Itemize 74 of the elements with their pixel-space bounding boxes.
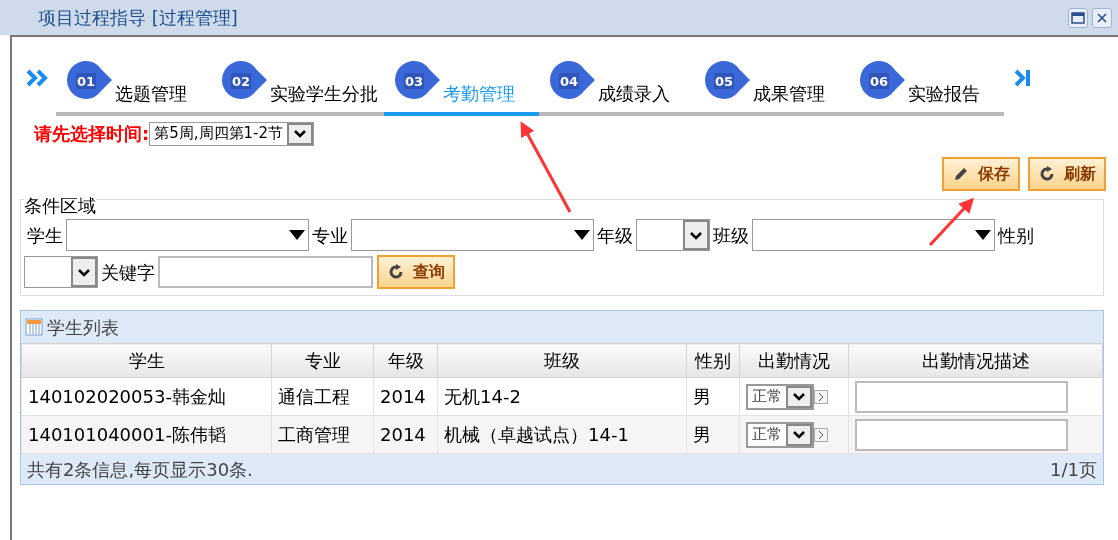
record-summary: 共有2条信息,每页显示30条.: [27, 457, 253, 482]
step-badge: 02: [222, 61, 268, 99]
step-tab[interactable]: 02 实验学生分批: [211, 61, 384, 116]
maximize-button[interactable]: [1068, 7, 1088, 28]
close-button[interactable]: [1092, 7, 1112, 28]
dropdown-triangle-icon: [289, 230, 305, 240]
step-tab[interactable]: 05 成果管理: [694, 61, 849, 116]
field-label: 关键字: [100, 260, 156, 285]
table-cell: 140101040001-陈伟韬: [21, 415, 272, 454]
column-header: 专业: [271, 343, 374, 378]
step-tab[interactable]: 06 实验报告: [849, 61, 1004, 116]
attendance-select[interactable]: 正常: [746, 421, 814, 448]
field-label: 专业: [311, 223, 349, 248]
column-header: 班级: [437, 343, 687, 378]
field-label: 年级: [596, 223, 634, 248]
table-cell: 男: [686, 377, 740, 416]
time-select[interactable]: 第5周,周四第1-2节: [149, 121, 314, 146]
table-cell: 机械（卓越试点）14-1: [437, 415, 687, 454]
table-cell: 通信工程: [271, 377, 374, 416]
step-badge: 06: [860, 61, 906, 99]
caret-icon: [792, 430, 806, 439]
column-header: 出勤情况描述: [848, 343, 1103, 378]
column-header: 性别: [686, 343, 740, 378]
step-tab[interactable]: 01 选题管理: [56, 61, 211, 116]
table-cell: 140102020053-韩金灿: [21, 377, 272, 416]
close-icon: [1097, 12, 1107, 23]
table-icon: [25, 318, 43, 336]
skip-end-icon[interactable]: [1014, 69, 1032, 87]
maximize-icon: [1071, 11, 1085, 24]
table-cell: 2014: [373, 415, 438, 454]
column-header: 出勤情况: [739, 343, 849, 378]
step-badge: 05: [705, 61, 751, 99]
attendance-select[interactable]: 正常: [746, 383, 814, 410]
search-button[interactable]: 查询: [377, 255, 455, 289]
step-badge: 01: [67, 61, 113, 99]
panel-title: 学生列表: [47, 315, 119, 340]
refresh-icon: [387, 263, 405, 281]
select-field[interactable]: [636, 219, 710, 251]
field-label: 性别: [996, 223, 1035, 248]
step-badge: 04: [550, 61, 596, 99]
column-header: 学生: [21, 343, 272, 378]
page-indicator: 1/1页: [1050, 457, 1097, 482]
annotation-arrow: [928, 197, 975, 247]
expand-icon[interactable]: [814, 427, 828, 442]
expand-icon[interactable]: [814, 389, 828, 404]
select-field[interactable]: [24, 256, 98, 288]
table-cell: 2014: [373, 377, 438, 416]
toolbar-button[interactable]: 刷新: [1028, 157, 1106, 191]
table-cell: 无机14-2: [437, 377, 687, 416]
refresh-icon: [1038, 165, 1056, 183]
combo-field[interactable]: [752, 219, 995, 251]
table-cell: 男: [686, 415, 740, 454]
window-title: 项目过程指导 [过程管理]: [38, 6, 238, 30]
text-field[interactable]: [158, 256, 373, 288]
dropdown-triangle-icon: [574, 230, 590, 240]
caret-icon: [293, 129, 307, 138]
caret-icon: [792, 392, 806, 401]
combo-field[interactable]: [66, 219, 309, 251]
dropdown-triangle-icon: [975, 230, 991, 240]
table-cell: 工商管理: [271, 415, 374, 454]
description-field[interactable]: [855, 418, 1068, 451]
caret-icon: [77, 267, 91, 277]
step-tab[interactable]: 04 成绩录入: [539, 61, 694, 116]
column-header: 年级: [373, 343, 438, 378]
pencil-icon: [952, 165, 970, 183]
field-label: 班级: [712, 223, 750, 248]
time-label: 请先选择时间:: [34, 122, 150, 146]
step-badge: 03: [395, 61, 441, 99]
step-tab[interactable]: 03 考勤管理: [384, 61, 539, 116]
description-field[interactable]: [855, 380, 1068, 413]
caret-icon: [689, 230, 703, 240]
toolbar-button[interactable]: 保存: [942, 157, 1020, 191]
combo-field[interactable]: [351, 219, 594, 251]
field-label: 学生: [26, 223, 64, 248]
